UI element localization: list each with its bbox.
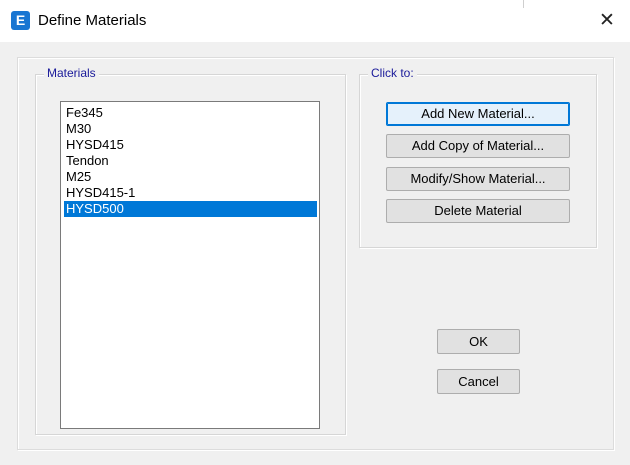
delete-material-button[interactable]: Delete Material — [386, 199, 570, 223]
list-item[interactable]: HYSD415 — [64, 137, 317, 153]
list-item-selected[interactable]: HYSD500 — [64, 201, 317, 217]
list-item[interactable]: M25 — [64, 169, 317, 185]
window-title: Define Materials — [38, 12, 147, 29]
cancel-button[interactable]: Cancel — [437, 369, 520, 394]
title-bar: E Define Materials ✕ — [0, 0, 630, 42]
materials-group-label: Materials — [44, 66, 99, 80]
add-new-material-button[interactable]: Add New Material... — [386, 102, 570, 126]
add-copy-of-material-button[interactable]: Add Copy of Material... — [386, 134, 570, 158]
materials-listbox[interactable]: Fe345 M30 HYSD415 Tendon M25 HYSD415-1 H… — [60, 101, 320, 429]
list-item[interactable]: HYSD415-1 — [64, 185, 317, 201]
list-item[interactable]: Fe345 — [64, 105, 317, 121]
list-item[interactable]: Tendon — [64, 153, 317, 169]
list-item[interactable]: M30 — [64, 121, 317, 137]
background-edge-line — [523, 0, 524, 8]
etabs-app-icon: E — [11, 11, 30, 30]
close-icon[interactable]: ✕ — [584, 0, 630, 42]
click-to-group-label: Click to: — [368, 66, 417, 80]
modify-show-material-button[interactable]: Modify/Show Material... — [386, 167, 570, 191]
ok-button[interactable]: OK — [437, 329, 520, 354]
